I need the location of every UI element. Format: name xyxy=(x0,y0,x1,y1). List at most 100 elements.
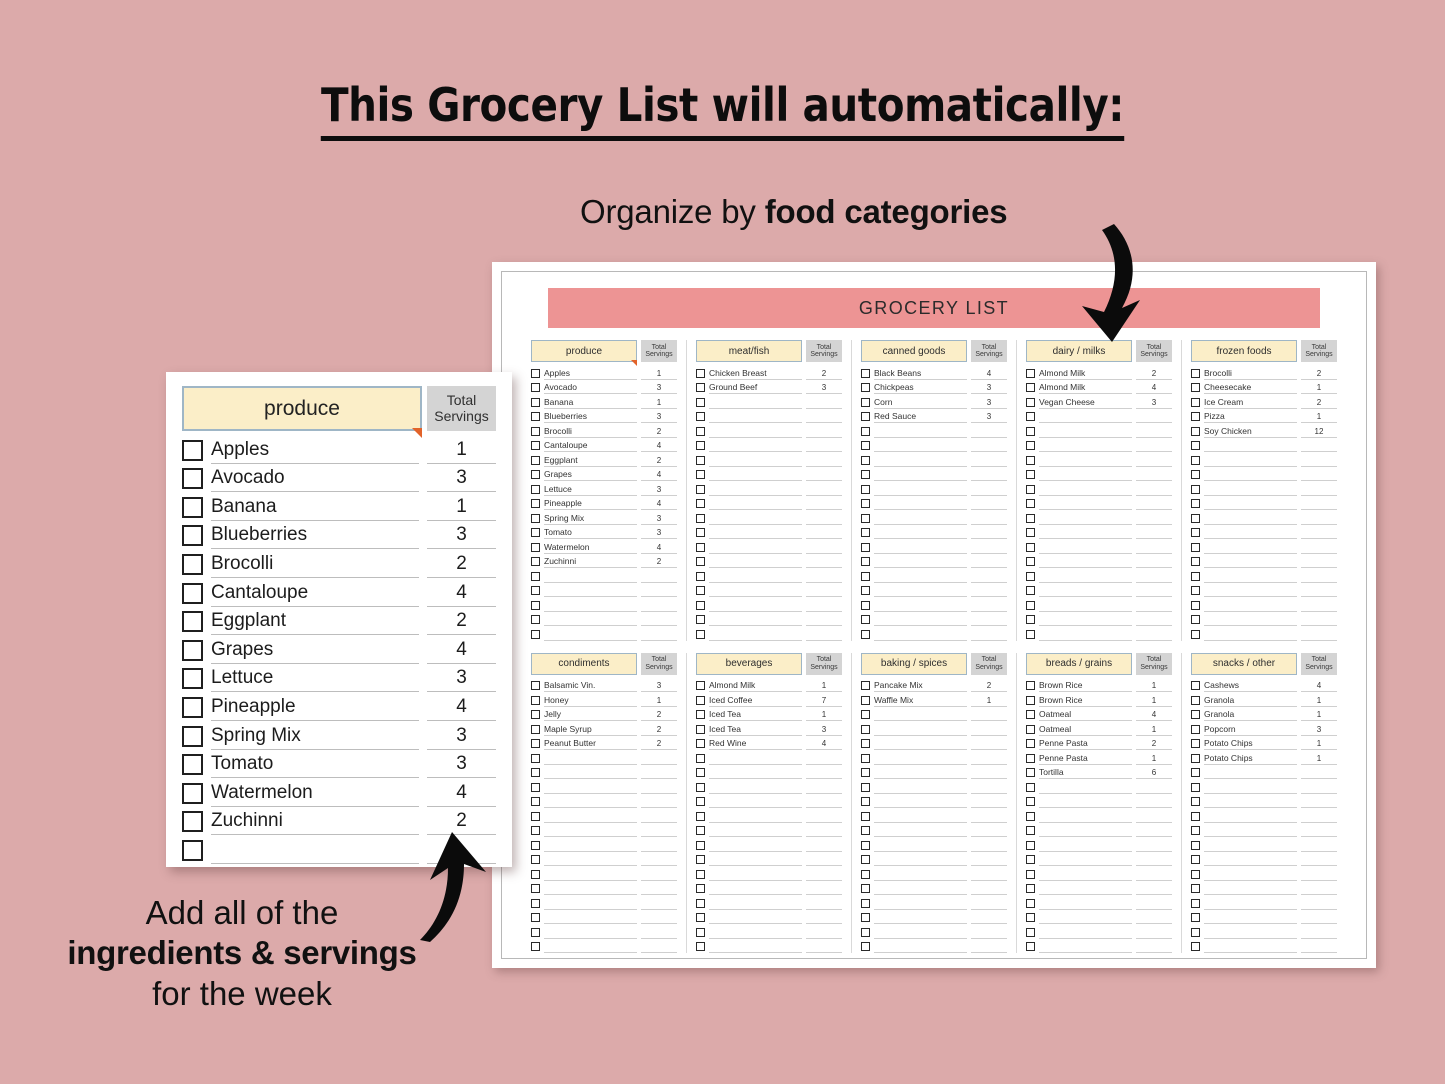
item-servings[interactable] xyxy=(1301,908,1337,910)
item-servings[interactable] xyxy=(971,523,1007,525)
item-name[interactable] xyxy=(709,479,802,481)
item-servings[interactable]: 12 xyxy=(1301,427,1337,438)
checkbox[interactable] xyxy=(861,797,870,806)
zoomed-category-cell[interactable]: produce xyxy=(182,386,422,438)
item-servings[interactable] xyxy=(971,763,1007,765)
checkbox[interactable] xyxy=(696,629,705,639)
item-name[interactable]: Chicken Breast xyxy=(709,368,802,380)
item-name[interactable]: Potato Chips xyxy=(1204,738,1297,750)
item-name[interactable] xyxy=(1039,850,1132,852)
item-name[interactable] xyxy=(709,922,802,924)
item-name[interactable] xyxy=(709,537,802,539)
item-name[interactable] xyxy=(1039,450,1132,452)
item-name[interactable] xyxy=(1039,821,1132,823)
item-servings[interactable]: 3 xyxy=(971,383,1007,394)
checkbox[interactable] xyxy=(531,441,540,450)
category-cell[interactable]: canned goods xyxy=(861,340,967,362)
checkbox[interactable] xyxy=(861,484,870,494)
item-servings[interactable]: 1 xyxy=(1301,696,1337,707)
item-name[interactable] xyxy=(544,610,637,612)
item-servings[interactable] xyxy=(971,850,1007,852)
item-servings[interactable] xyxy=(1136,436,1172,438)
checkbox[interactable] xyxy=(1026,753,1035,763)
item-name[interactable] xyxy=(874,581,967,583)
item-servings[interactable] xyxy=(806,937,842,939)
item-name[interactable] xyxy=(1204,908,1297,910)
item-name[interactable] xyxy=(874,864,967,866)
item-servings[interactable] xyxy=(806,610,842,612)
zoomed-item-servings[interactable]: 3 xyxy=(427,753,496,779)
item-name[interactable] xyxy=(874,624,967,626)
item-name[interactable] xyxy=(874,908,967,910)
zoomed-item-servings[interactable]: 1 xyxy=(427,439,496,464)
checkbox[interactable] xyxy=(696,869,705,879)
item-name[interactable]: Granola xyxy=(1204,709,1297,721)
item-name[interactable]: Lettuce xyxy=(544,484,637,496)
item-servings[interactable] xyxy=(641,864,677,866)
item-name[interactable] xyxy=(709,552,802,554)
zoomed-item-servings[interactable]: 2 xyxy=(427,610,496,636)
checkbox[interactable] xyxy=(696,855,705,864)
item-servings[interactable] xyxy=(1136,508,1172,510)
checkbox[interactable] xyxy=(696,470,705,479)
checkbox[interactable] xyxy=(531,797,540,806)
item-servings[interactable] xyxy=(971,719,1007,721)
item-name[interactable]: Brown Rice xyxy=(1039,695,1132,707)
checkbox[interactable] xyxy=(531,426,540,436)
item-name[interactable] xyxy=(874,777,967,779)
checkbox[interactable] xyxy=(1191,927,1200,937)
item-name[interactable] xyxy=(544,951,637,953)
item-name[interactable]: Pancake Mix xyxy=(874,680,967,692)
zoomed-item-servings[interactable]: 2 xyxy=(427,810,496,836)
item-name[interactable] xyxy=(874,639,967,641)
item-servings[interactable] xyxy=(806,552,842,554)
item-name[interactable] xyxy=(709,763,802,765)
item-servings[interactable] xyxy=(1301,624,1337,626)
item-servings[interactable] xyxy=(641,763,677,765)
item-name[interactable] xyxy=(1039,908,1132,910)
checkbox[interactable] xyxy=(696,898,705,908)
item-name[interactable]: Jelly xyxy=(544,709,637,721)
item-servings[interactable]: 3 xyxy=(1136,398,1172,409)
item-servings[interactable] xyxy=(1301,479,1337,481)
zoomed-item-servings[interactable] xyxy=(427,861,496,864)
checkbox[interactable] xyxy=(1191,782,1200,792)
item-servings[interactable]: 2 xyxy=(641,557,677,568)
item-servings[interactable]: 3 xyxy=(1301,725,1337,736)
item-servings[interactable] xyxy=(641,792,677,794)
checkbox[interactable] xyxy=(531,484,540,494)
item-name[interactable] xyxy=(1039,436,1132,438)
item-name[interactable]: Soy Chicken xyxy=(1204,426,1297,438)
checkbox[interactable] xyxy=(531,383,540,392)
checkbox[interactable] xyxy=(1026,629,1035,639)
checkbox[interactable] xyxy=(1026,811,1035,821)
checkbox[interactable] xyxy=(696,739,705,748)
checkbox[interactable] xyxy=(696,412,705,421)
item-name[interactable] xyxy=(874,937,967,939)
checkbox[interactable] xyxy=(531,557,540,566)
zoomed-checkbox[interactable] xyxy=(182,553,203,575)
item-name[interactable] xyxy=(1039,624,1132,626)
item-servings[interactable] xyxy=(1136,806,1172,808)
item-name[interactable] xyxy=(709,821,802,823)
checkbox[interactable] xyxy=(1026,557,1035,566)
checkbox[interactable] xyxy=(696,942,705,951)
zoomed-item-name[interactable]: Banana xyxy=(211,496,419,521)
checkbox[interactable] xyxy=(1026,397,1035,407)
checkbox[interactable] xyxy=(531,368,540,378)
checkbox[interactable] xyxy=(1191,840,1200,850)
item-servings[interactable] xyxy=(1301,951,1337,953)
checkbox[interactable] xyxy=(531,499,540,508)
item-servings[interactable]: 3 xyxy=(641,528,677,539)
checkbox[interactable] xyxy=(696,724,705,734)
item-servings[interactable]: 4 xyxy=(806,739,842,750)
item-name[interactable] xyxy=(709,436,802,438)
checkbox[interactable] xyxy=(1026,739,1035,748)
item-name[interactable] xyxy=(1039,552,1132,554)
checkbox[interactable] xyxy=(1191,913,1200,922)
category-cell[interactable]: frozen foods xyxy=(1191,340,1297,362)
item-servings[interactable]: 3 xyxy=(641,383,677,394)
checkbox[interactable] xyxy=(861,753,870,763)
item-name[interactable] xyxy=(544,595,637,597)
item-name[interactable] xyxy=(544,581,637,583)
